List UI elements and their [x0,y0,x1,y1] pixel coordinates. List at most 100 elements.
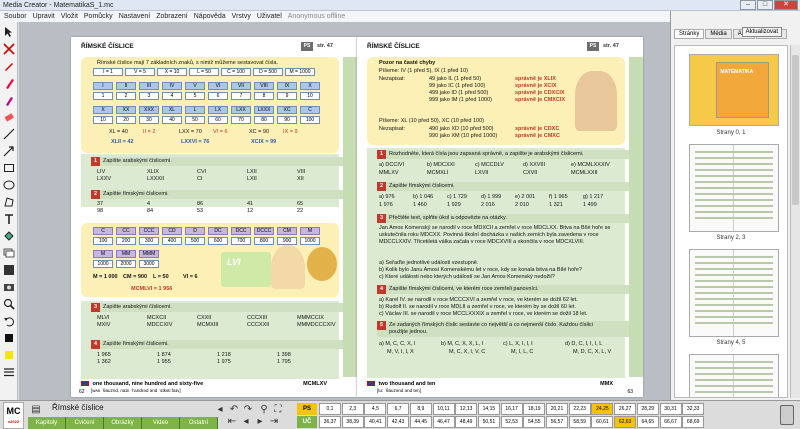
menu-item[interactable]: Uživatel [257,13,282,20]
marker-icon[interactable] [2,76,15,89]
color-yellow-swatch[interactable] [2,348,15,361]
correct-example: správně je XCIX [515,83,557,89]
menu-item[interactable]: Nápověda [194,13,226,20]
ps-page-button[interactable]: 20,21 [546,403,568,415]
uc-page-button[interactable]: 62,63 [614,416,637,428]
ps-page-button[interactable]: 18,19 [523,403,546,415]
redo-arrow-icon[interactable]: ↷ [242,404,254,416]
update-button[interactable]: Aktualizovat [741,27,782,37]
fill-icon[interactable] [2,229,15,242]
cross-cursor-icon[interactable] [2,42,15,55]
nav-button-obrázky[interactable]: Obrázky [104,417,142,429]
text-icon[interactable] [2,212,15,225]
thumbnail-pages-2-3[interactable] [689,144,779,232]
prev-page-icon[interactable]: ◂ [240,416,252,428]
menu-item[interactable]: Nastavení [119,13,151,20]
trash-icon[interactable] [780,405,794,425]
bookmark-icon[interactable]: ▤ [30,404,42,416]
uc-page-button[interactable]: 48,49 [455,416,478,428]
undo-icon[interactable] [2,314,15,327]
ps-page-button[interactable]: 28,29 [636,403,659,415]
task4-bar: 4 Zapište římskými číslicemi, ve kterém r… [377,285,629,294]
ps-page-button[interactable]: 30,31 [659,403,682,415]
polygon-icon[interactable] [2,195,15,208]
thumbnail-pages-6-7[interactable] [689,354,779,397]
ellipse-icon[interactable] [2,178,15,191]
uc-page-button[interactable]: 46,47 [432,416,455,428]
thumbnail-cover[interactable]: MATEMATIKA [689,54,779,126]
magnifier-icon[interactable] [2,297,15,310]
ps-page-button[interactable]: 26,27 [614,403,637,415]
ps-page-button[interactable]: 16,17 [500,403,523,415]
fullscreen-icon[interactable]: ⛶ [272,404,284,416]
minimize-button[interactable]: – [740,0,756,10]
layers-icon[interactable] [2,246,15,259]
ps-page-button[interactable]: 32,33 [682,403,705,415]
thumbnail-pages-4-5[interactable] [689,249,779,337]
color-black-swatch[interactable] [2,331,15,344]
menu-item[interactable]: Vložit [61,13,78,20]
menu-item[interactable]: Upravit [33,13,55,20]
task-item: CI [197,176,203,182]
menu-item[interactable]: Vrstvy [232,13,251,20]
example-total: XCIX = 99 [251,139,277,145]
maximize-button[interactable]: □ [757,0,773,10]
roman-cell: L [185,106,205,114]
uc-page-button[interactable]: 56,57 [546,416,568,428]
camera-icon[interactable] [2,280,15,293]
uc-page-button[interactable]: 50,51 [477,416,500,428]
uc-page-button[interactable]: 60,61 [591,416,614,428]
zoom-icon[interactable]: ⚲ [258,404,270,416]
ps-page-button[interactable]: 10,11 [432,403,455,415]
uc-page-button[interactable]: 40,41 [364,416,387,428]
ps-page-button[interactable]: 14,15 [477,403,500,415]
ps-page-button[interactable]: 12,13 [455,403,478,415]
pencil-icon[interactable] [2,59,15,72]
uc-page-button[interactable]: 64,65 [636,416,659,428]
ps-page-button[interactable]: 4,5 [364,403,387,415]
uc-page-button[interactable]: 58,59 [568,416,591,428]
nav-button-video[interactable]: Video [142,417,180,429]
ps-page-button[interactable]: 0,1 [319,403,341,415]
uc-page-button[interactable]: 66,67 [659,416,682,428]
uc-page-button[interactable]: 54,55 [523,416,546,428]
first-page-icon[interactable]: ⇤ [226,416,238,428]
ps-page-button[interactable]: 22,23 [568,403,591,415]
nav-button-ostatní[interactable]: Ostatní [180,417,218,429]
line-icon[interactable] [2,127,15,140]
task-item: 53 [197,208,204,214]
sidebar-scrollbar[interactable] [790,45,800,398]
sidebar-tab[interactable]: Média [705,29,732,39]
uc-page-button[interactable]: 52,53 [500,416,523,428]
close-button[interactable]: ✕ [774,0,798,10]
nav-button-cvičení[interactable]: Cvičení [66,417,104,429]
cursor-arrow-icon[interactable] [2,25,15,38]
sidebar-tab[interactable]: Stránky [674,29,705,39]
menu-item[interactable]: Soubor [4,13,27,20]
line-width-icon[interactable] [2,365,15,378]
ps-page-button[interactable]: 6,7 [387,403,410,415]
undo-arrow-icon[interactable]: ↶ [228,404,240,416]
screen-shade-icon[interactable] [2,263,15,276]
uc-page-button[interactable]: 44,45 [409,416,432,428]
scrollbar-thumb[interactable] [792,55,799,205]
arrow-line-icon[interactable] [2,144,15,157]
uc-page-button[interactable]: 42,43 [387,416,410,428]
highlighter-icon[interactable] [2,93,15,106]
rectangle-icon[interactable] [2,161,15,174]
menu-item[interactable]: Zobrazení [156,13,188,20]
nav-button-kapitoly[interactable]: Kapitoly [28,417,66,429]
menu-bar: Soubor Upravit Vložit Pomůcky Nastavení Zobra… [0,11,670,22]
last-page-icon[interactable]: ⇥ [268,416,280,428]
uc-page-button[interactable]: 68,69 [682,416,705,428]
uc-page-button[interactable]: 38,39 [341,416,364,428]
ps-page-button[interactable]: 24,25 [591,403,614,415]
uc-page-button[interactable]: 36,37 [319,416,341,428]
prev-page-arrow-icon[interactable]: ◂ [214,404,226,416]
ps-page-button[interactable]: 2,3 [341,403,364,415]
next-page-icon[interactable]: ▸ [254,416,266,428]
ps-page-button[interactable]: 8,9 [409,403,432,415]
menu-item[interactable]: Pomůcky [84,13,113,20]
eraser-icon[interactable] [2,110,15,123]
left-page-footer: one thousand, nine hundred and sixty-fiv… [79,381,347,395]
